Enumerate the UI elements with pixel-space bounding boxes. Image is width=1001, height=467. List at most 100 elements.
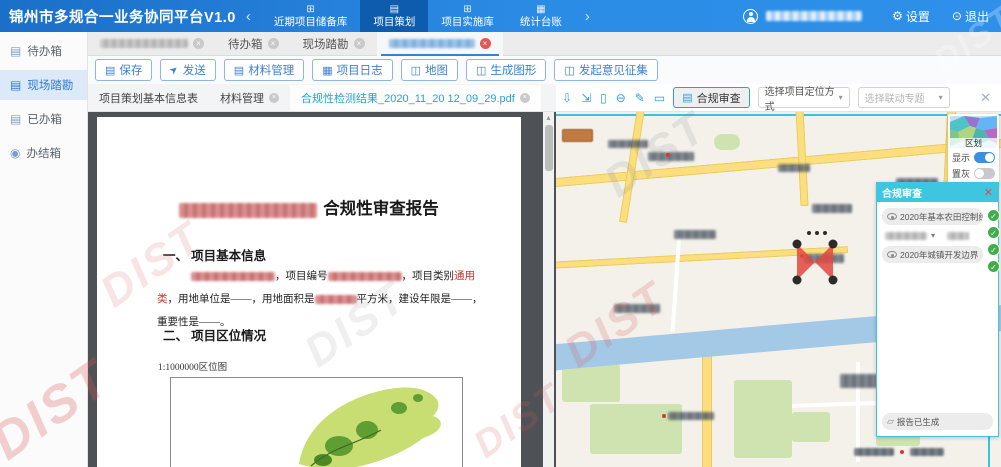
locate-mode-dropdown[interactable]: 选择项目定位方式 ▾ (758, 87, 850, 108)
send-button[interactable]: ➤ 发送 (160, 59, 215, 81)
map-figure-caption: 1:1000000区位图 (158, 359, 227, 373)
report-title-row: 合规性审查报告 (97, 195, 521, 219)
tab-redacted-1[interactable]: × (88, 32, 216, 56)
sidebar-item-site-survey[interactable]: ▤ 现场踏勘 (0, 70, 87, 100)
map-toolbar: ⇩ ⇲ ▯ ⊖ ✎ ▭ ▤ 合规审查 选择项目定位方式 ▾ 选择联动专题 ▾ ✕ (556, 84, 1001, 112)
tab-close-icon[interactable]: × (268, 38, 279, 49)
subtab-close-icon[interactable]: × (520, 93, 530, 103)
nav-item-implementation-library[interactable]: ⊞ 项目实施库 (428, 0, 507, 32)
scrollbar-thumb[interactable] (545, 125, 553, 171)
redacted-text (315, 295, 357, 304)
layer-thumbnail[interactable]: 区划 (950, 116, 997, 148)
road (619, 112, 645, 223)
report-title-redacted (179, 203, 317, 218)
save-button[interactable]: ▤ 保存 (95, 59, 152, 81)
tab-close-icon[interactable]: × (354, 38, 365, 49)
project-log-button[interactable]: ▦ 项目日志 (312, 59, 392, 81)
grid-icon: ⊞ (463, 5, 471, 15)
tab-active-redacted[interactable]: × (377, 32, 503, 56)
subtab-compliance-pdf[interactable]: 合规性检测结果_2020_11_20 12_09_29.pdf × (290, 85, 541, 111)
minor-road (671, 232, 682, 332)
start-opinion-collection-button[interactable]: ◫ 发起意见征集 (554, 59, 657, 81)
tab-label-redacted (100, 39, 188, 48)
ledger-icon: ▦ (536, 5, 545, 15)
gray-label: 置灰 (952, 167, 970, 180)
panel-header: 合规审查 ✕ (877, 183, 998, 202)
draw-icon[interactable]: ✎ (635, 91, 645, 105)
nav-item-reserve-library[interactable]: ⊞ 近期项目储备库 (261, 0, 361, 32)
report-status-text: 报告已生成 (897, 416, 940, 428)
tab-site-survey[interactable]: 现场踏勘 × (291, 32, 377, 56)
subtab-material-management[interactable]: 材料管理 × (209, 85, 290, 111)
nav-scroll-right-icon[interactable]: › (575, 8, 600, 25)
download-icon[interactable]: ⇩ (562, 91, 572, 105)
redacted-text (947, 232, 969, 240)
top-bar: 锦州市多规合一业务协同平台V1.0 ‹ ⊞ 近期项目储备库 ▤ 项目策划 ⊞ 项… (0, 0, 1001, 32)
check-icon: ✓ (987, 209, 1000, 222)
grid-icon: ⊞ (306, 5, 314, 15)
columns-icon: ◫ (476, 64, 486, 77)
measure-icon[interactable]: ▭ (654, 91, 665, 105)
document-scrollbar[interactable]: ▲ (543, 112, 554, 467)
street-label (614, 304, 660, 313)
compliance-review-button[interactable]: ▤ 合规审查 (673, 87, 749, 108)
nav-item-statistics-ledger[interactable]: ▦ 统计台账 (507, 0, 575, 32)
report-paragraph: ，项目编号，项目类别通用类，用地单位是——，用地面积是平方米，建设年限是——，重… (157, 265, 487, 334)
redacted-text (328, 272, 402, 281)
material-management-button[interactable]: ▤ 材料管理 (224, 59, 304, 81)
expand-icon[interactable]: ⇲ (581, 91, 591, 105)
street-label (812, 204, 852, 213)
check-icon: ✓ (987, 226, 1000, 239)
show-toggle[interactable] (974, 152, 995, 163)
linked-theme-dropdown[interactable]: 选择联动专题 ▾ (858, 87, 950, 108)
user-avatar-icon[interactable] (743, 9, 758, 24)
report-icon: ▤ (682, 91, 692, 104)
action-toolbar: ▤ 保存 ➤ 发送 ▤ 材料管理 ▦ 项目日志 ◫ 地图 ◫ 生成图形 ◫ 发起… (88, 56, 1001, 84)
chevron-down-icon: ▾ (939, 93, 943, 102)
scroll-up-icon[interactable]: ▲ (543, 112, 554, 122)
subtab-close-icon[interactable]: × (269, 93, 279, 103)
layer-dropdown-redacted[interactable]: ▾ (885, 228, 980, 243)
generate-graphics-button[interactable]: ◫ 生成图形 (466, 59, 546, 81)
settings-button[interactable]: ⚙ 设置 (892, 8, 930, 25)
poi-dot (662, 414, 666, 418)
road (702, 354, 712, 467)
map-attribution (854, 448, 944, 456)
logout-button[interactable]: ⊙ 退出 (952, 8, 989, 25)
tab-close-icon[interactable]: × (193, 38, 204, 49)
open-tabs-bar: × 待办箱 × 现场踏勘 × × (88, 32, 1001, 56)
subtab-project-info[interactable]: 项目策划基本信息表 (88, 85, 209, 111)
pdf-page: 合规性审查报告 一、 项目基本信息 ，项目编号，项目类别通用类，用地单位是——，… (97, 117, 521, 467)
map-button[interactable]: ◫ 地图 (401, 59, 458, 81)
layer-row-farmland[interactable]: 2020年基本农田控制线 (882, 208, 983, 225)
section-heading-1: 一、 项目基本信息 (163, 245, 266, 264)
sidebar-item-closed-box[interactable]: ◉ 办结箱 (0, 138, 87, 168)
nav-scroll-left-icon[interactable]: ‹ (236, 8, 261, 25)
survey-icon: ▤ (10, 78, 21, 92)
eye-icon[interactable] (887, 213, 897, 220)
chevron-down-icon: ▾ (839, 93, 843, 102)
map-canvas[interactable]: 区划 显示 置灰 合规审查 ✕ 2020年基本农田控制线 ▾ (556, 112, 1001, 467)
log-icon: ▦ (322, 64, 332, 77)
trash-icon[interactable]: ▯ (600, 91, 607, 105)
gray-toggle[interactable] (974, 168, 995, 179)
nav-item-project-planning[interactable]: ▤ 项目策划 (360, 0, 428, 32)
street-label (840, 374, 880, 388)
sidebar-item-done-box[interactable]: ▤ 已办箱 (0, 104, 87, 134)
project-geometry-marker[interactable] (789, 230, 841, 295)
layer-row-urban-boundary[interactable]: 2020年城镇开发边界 (882, 246, 983, 263)
street-label (668, 412, 714, 420)
compliance-review-panel: 合规审查 ✕ 2020年基本农田控制线 ▾ 2020年城镇开发边界 ✓ ✓ ✓ … (876, 182, 999, 437)
tab-close-icon[interactable]: × (480, 38, 491, 49)
eye-icon[interactable] (887, 251, 897, 258)
sidebar-item-todo-box[interactable]: ▤ 待办箱 (0, 36, 87, 66)
park-area (714, 134, 740, 150)
tab-todo-box[interactable]: 待办箱 × (216, 32, 291, 56)
map-close-icon[interactable]: ✕ (980, 90, 1001, 106)
park-area (734, 380, 792, 458)
report-title: 合规性审查报告 (323, 199, 439, 218)
clear-icon[interactable]: ⊖ (616, 91, 626, 105)
panel-close-icon[interactable]: ✕ (984, 186, 993, 199)
layer-name: 区划 (950, 138, 997, 148)
landuse-map-image (170, 377, 463, 467)
